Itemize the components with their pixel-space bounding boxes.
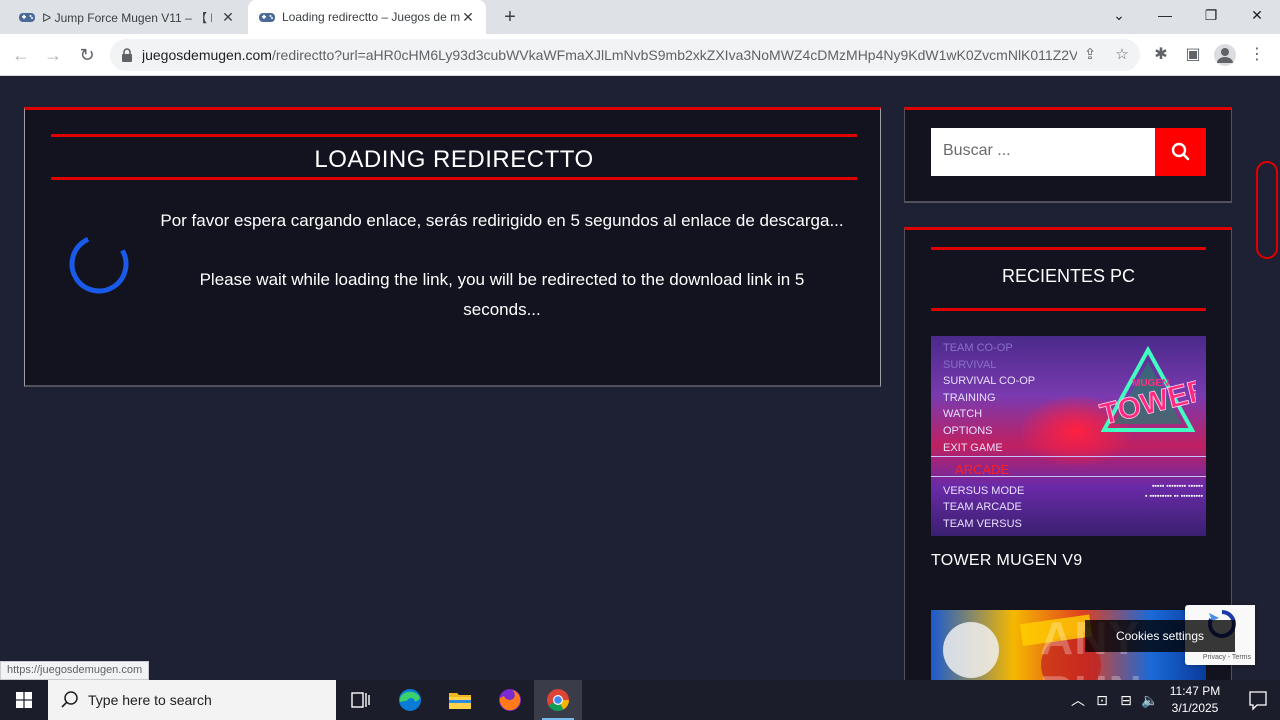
side-panel-icon[interactable]: ▣ [1182, 44, 1204, 66]
loading-spinner-icon [69, 234, 129, 294]
reload-icon[interactable]: ↻ [74, 42, 100, 68]
firefox-icon [499, 689, 521, 711]
message-spanish: Por favor espera cargando enlace, serás … [160, 211, 844, 230]
menu-text: OPTIONS [943, 424, 993, 437]
recent-title: RECIENTES PC [1001, 266, 1136, 286]
menu-text: TEAM VERSUS [943, 517, 1022, 530]
menu-text: SURVIVAL [943, 358, 997, 371]
redirect-panel: LOADING REDIRECTTO Por favor espera carg… [24, 107, 881, 387]
thumbnail-menu: TEAM CO-OP SURVIVAL SURVIVAL CO-OP TRAIN… [943, 340, 1035, 533]
menu-text: TRAINING [943, 391, 996, 404]
taskbar-firefox[interactable] [486, 680, 534, 720]
tower-logo: MUGEN TOWER [1097, 346, 1196, 432]
chrome-icon [547, 689, 569, 711]
thumbnail-credit: ▪▪▪▪▪ ▪▪▪▪▪▪▪▪ ▪▪▪▪▪▪ ▪ ▪▪▪▪▪▪▪▪▪ ▪▪ ▪▪▪▪… [1145, 483, 1203, 500]
url-path: /redirectto?url=aHR0cHM6Ly93d3cubWVkaWFm… [271, 47, 1077, 63]
menu-text: VERSUS MODE [943, 484, 1025, 497]
notification-center-button[interactable] [1236, 680, 1280, 720]
person-icon [1217, 48, 1233, 63]
tab-jump-force[interactable]: ᐅ Jump Force Mugen V11 – 【 M ✕ [10, 0, 246, 34]
close-tab-icon[interactable]: ✕ [220, 9, 236, 25]
menu-text: WATCH [943, 408, 983, 421]
post-thumbnail-tower-mugen[interactable]: TEAM CO-OP SURVIVAL SURVIVAL CO-OP TRAIN… [931, 336, 1206, 536]
browser-toolbar: ← → ↻ juegosdemugen.com/redirectto?url=a… [0, 34, 1280, 76]
edge-icon [399, 689, 421, 711]
clock-date: 3/1/2025 [1171, 701, 1219, 715]
page-scrollbar[interactable] [1254, 77, 1280, 680]
status-bar-url: https://juegosdemugen.com [0, 661, 150, 680]
message-english-line2: seconds... [463, 300, 541, 319]
taskbar-file-explorer[interactable] [436, 680, 484, 720]
close-tab-icon[interactable]: ✕ [460, 9, 476, 25]
menu-arcade: ARCADE [955, 462, 1010, 478]
tray-chevron-up-icon[interactable]: ︿ [1068, 680, 1088, 720]
divider [51, 177, 857, 180]
restore-button[interactable]: ❐ [1188, 0, 1234, 30]
profile-avatar[interactable] [1214, 44, 1236, 66]
clock-time: 11:47 PM [1169, 684, 1221, 698]
address-bar[interactable]: juegosdemugen.com/redirectto?url=aHR0cHM… [110, 39, 1140, 71]
taskbar-search-placeholder: Type here to search [88, 692, 212, 708]
search-icon [61, 691, 78, 708]
minimize-button[interactable]: — [1142, 0, 1188, 30]
search-icon [1171, 142, 1190, 161]
menu-text: TEAM CO-OP [943, 342, 1013, 354]
menu-text: TEAM ARCADE [943, 501, 1022, 514]
tab-strip: ᐅ Jump Force Mugen V11 – 【 M ✕ Loading r… [0, 0, 1280, 34]
taskbar-search[interactable]: Type here to search [48, 680, 336, 720]
tray-network-icon[interactable]: ⊟ [1116, 680, 1136, 720]
message-english-line1: Please wait while loading the link, you … [199, 270, 805, 289]
search-button[interactable] [1155, 128, 1206, 176]
tray-device-icon[interactable]: ⊡ [1092, 680, 1112, 720]
divider [931, 308, 1206, 311]
gamepad-icon [19, 13, 35, 22]
page-content: LOADING REDIRECTTO Por favor espera carg… [0, 77, 1280, 718]
gamepad-icon [259, 13, 275, 22]
taskbar-chrome[interactable] [534, 680, 582, 720]
tab-search-icon[interactable]: ⌄ [1096, 0, 1142, 30]
forward-arrow-icon[interactable]: → [40, 42, 66, 68]
cookies-settings-button[interactable]: Cookies settings [1085, 620, 1235, 652]
search-input[interactable]: Buscar ... [931, 128, 1155, 176]
notification-icon [1249, 691, 1267, 711]
taskbar-edge[interactable] [386, 680, 434, 720]
divider [51, 134, 857, 137]
folder-icon [449, 693, 471, 709]
share-icon[interactable]: ⇪ [1080, 45, 1100, 65]
post-title-link[interactable]: TOWER MUGEN V9 [931, 552, 1082, 570]
search-widget: Buscar ... [904, 107, 1232, 203]
windows-taskbar: Type here to search ︿ ⊡ ⊟ 🔈 11:47 PM 3/1… [0, 680, 1280, 720]
windows-logo-icon [16, 692, 32, 708]
tab-title: Loading redirectto – Juegos de m [282, 10, 461, 24]
page-title: LOADING REDIRECTTO [314, 146, 594, 173]
menu-text: SURVIVAL CO-OP [943, 375, 1036, 388]
bookmark-star-icon[interactable]: ☆ [1112, 45, 1132, 65]
tray-volume-icon[interactable]: 🔈 [1140, 680, 1160, 720]
divider [931, 247, 1206, 250]
tab-loading-redirectto[interactable]: Loading redirectto – Juegos de m ✕ [248, 0, 486, 34]
url-domain: juegosdemugen.com [142, 47, 272, 63]
menu-dots-icon[interactable]: ⋮ [1246, 44, 1268, 66]
url-text: juegosdemugen.com/redirectto?url=aHR0cHM… [142, 47, 1077, 63]
new-tab-button[interactable]: + [498, 5, 522, 29]
back-arrow-icon[interactable]: ← [8, 42, 34, 68]
lock-icon[interactable] [120, 47, 134, 63]
start-button[interactable] [0, 680, 48, 720]
extensions-puzzle-icon[interactable]: ✱ [1150, 44, 1172, 66]
task-view-button[interactable] [336, 680, 384, 720]
tab-title: ᐅ Jump Force Mugen V11 – 【 M [42, 10, 212, 25]
menu-text: EXIT GAME [943, 441, 1003, 454]
taskbar-clock[interactable]: 11:47 PM 3/1/2025 [1158, 683, 1232, 717]
close-window-button[interactable]: ✕ [1234, 0, 1280, 30]
recaptcha-terms[interactable]: Privacy - Terms [1203, 654, 1251, 661]
scrollbar-thumb[interactable] [1256, 161, 1278, 259]
task-view-icon [351, 692, 370, 708]
